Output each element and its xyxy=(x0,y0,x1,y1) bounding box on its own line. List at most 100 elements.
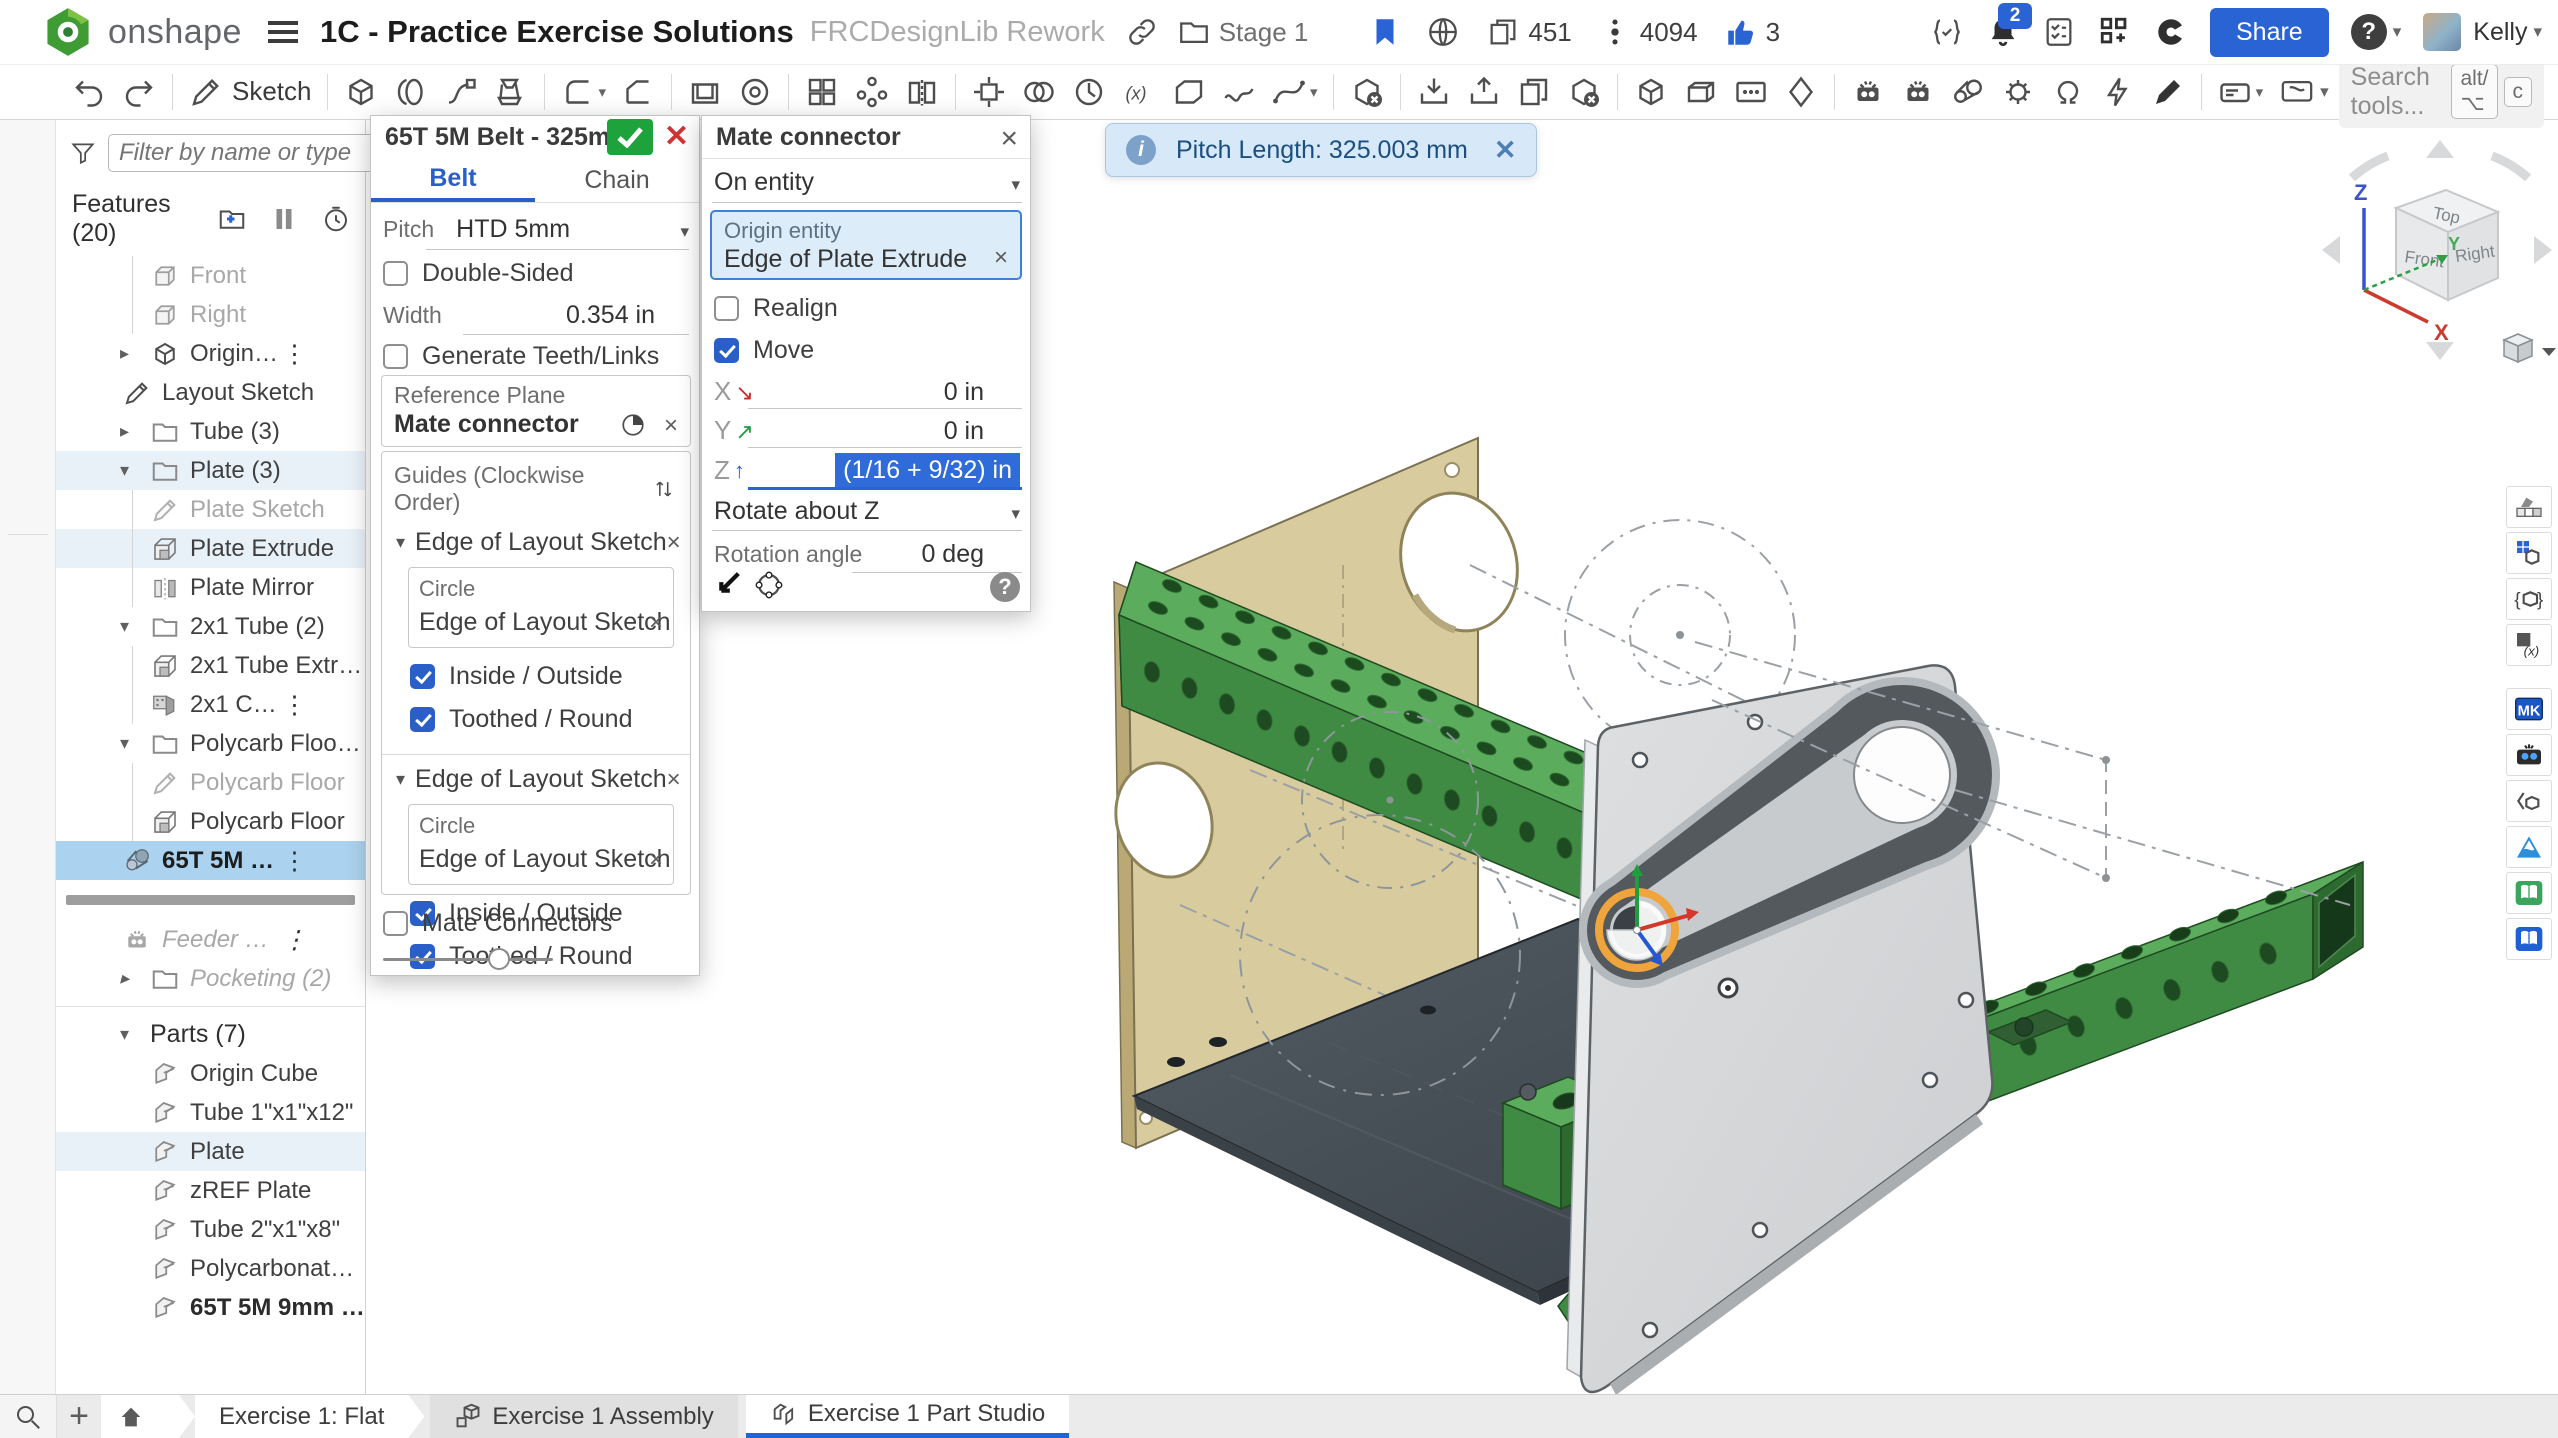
document-tab[interactable]: Exercise 1: Flat xyxy=(195,1395,424,1438)
share-button[interactable]: Share xyxy=(2210,8,2329,57)
featurescript-icon[interactable] xyxy=(1930,15,1964,49)
cancel-button[interactable]: ✕ xyxy=(664,119,689,154)
row-menu-icon[interactable]: ⋮ xyxy=(282,846,307,876)
move-checkbox[interactable] xyxy=(714,338,739,363)
home-tab[interactable] xyxy=(101,1395,195,1438)
origin-entity-value[interactable]: Edge of Plate Extrude xyxy=(724,245,967,274)
tree-chevron-icon[interactable]: ▸ xyxy=(120,421,150,442)
tree-chevron-icon[interactable]: ▾ xyxy=(120,616,150,637)
part-row[interactable]: .s{fill:none;stroke:#4e4e4e;stroke-width… xyxy=(56,1171,365,1210)
composite-curve-button[interactable]: .s{fill:none;stroke:#4e4e4e;stroke-width… xyxy=(1264,68,1325,116)
reorder-icon[interactable] xyxy=(652,477,676,501)
frc-part-a-button[interactable]: .s{fill:none;stroke:#4e4e4e;stroke-width… xyxy=(1843,68,1893,116)
frc-part-b-button[interactable]: .s{fill:none;stroke:#4e4e4e;stroke-width… xyxy=(1893,68,1943,116)
dialog-slider-track[interactable] xyxy=(383,958,553,961)
belt-tool-button[interactable]: .s{fill:none;stroke:#4e4e4e;stroke-width… xyxy=(1943,68,1993,116)
chamfer-button[interactable]: .s{fill:none;stroke:#4e4e4e;stroke-width… xyxy=(613,68,663,116)
folder-location[interactable]: Stage 1 xyxy=(1177,15,1309,49)
hole-button[interactable]: .s{fill:none;stroke:#4e4e4e;stroke-width… xyxy=(730,68,780,116)
flip-primary-axis-icon[interactable] xyxy=(710,568,744,602)
quick-connect-button[interactable]: .s{fill:none;stroke:#4e4e4e;stroke-width… xyxy=(2093,68,2143,116)
close-icon[interactable]: × xyxy=(1000,122,1018,156)
delete-part-button[interactable]: .s{fill:none;stroke:#4e4e4e;stroke-width… xyxy=(1342,68,1392,116)
remove-guide-icon[interactable]: × xyxy=(667,766,681,794)
feature-row[interactable]: .s{fill:none;stroke:#4e4e4e;stroke-width… xyxy=(56,529,365,568)
tree-chevron-icon[interactable]: ▸ xyxy=(120,968,150,989)
clear-entity-icon[interactable]: × xyxy=(994,244,1008,272)
feature-row[interactable]: .s{fill:none;stroke:#4e4e4e;stroke-width… xyxy=(56,802,365,841)
feature-row[interactable]: .s{fill:none;stroke:#4e4e4e;stroke-width… xyxy=(56,763,365,802)
view-options-button[interactable] xyxy=(2504,334,2556,362)
versions-stat[interactable]: 4094 xyxy=(1598,15,1698,49)
feature-row[interactable]: ▾ .s{fill:none;stroke:#4e4e4e;stroke-wid… xyxy=(56,724,365,763)
width-input[interactable]: 0.354 in xyxy=(566,301,655,330)
variable-button[interactable]: .s{fill:none;stroke:#4e4e4e;stroke-width… xyxy=(1114,68,1164,116)
row-menu-icon[interactable]: ⋮ xyxy=(282,690,307,720)
custom-braces[interactable]: .s{fill:none;stroke:#4e4e4e;stroke-width… xyxy=(2506,578,2552,620)
view-options-toolbar[interactable]: ▾ xyxy=(2280,75,2329,109)
gear-tool-button[interactable]: .s{fill:none;stroke:#4e4e4e;stroke-width… xyxy=(1993,68,2043,116)
new-folder-icon[interactable] xyxy=(217,204,247,234)
onshape-logo[interactable] xyxy=(42,6,94,58)
tab-belt[interactable]: Belt xyxy=(371,158,535,202)
accept-button[interactable] xyxy=(607,119,653,155)
search-graphics-button[interactable] xyxy=(0,1395,57,1438)
tree-chevron-icon[interactable]: ▸ xyxy=(120,343,150,364)
loft-button[interactable]: .s{fill:none;stroke:#4e4e4e;stroke-width… xyxy=(486,68,536,116)
reference-plane-value[interactable]: Mate connector xyxy=(394,410,579,439)
generate-teeth-checkbox[interactable] xyxy=(383,344,408,369)
import-button[interactable]: .s{fill:none;stroke:#4e4e4e;stroke-width… xyxy=(1409,68,1459,116)
part-row[interactable]: .s{fill:none;stroke:#4e4e4e;stroke-width… xyxy=(56,1210,365,1249)
rollback-clock-icon[interactable] xyxy=(321,204,351,234)
feature-row[interactable]: .s{fill:none;stroke:#4e4e4e;stroke-width… xyxy=(56,295,365,334)
feature-row[interactable]: ▸ .s{fill:none;stroke:#4e4e4e;stroke-wid… xyxy=(56,412,365,451)
mkcad-library[interactable]: .s{fill:none;stroke:#4e4e4e;stroke-width… xyxy=(2506,688,2552,730)
part-row[interactable]: .s{fill:none;stroke:#4e4e4e;stroke-width… xyxy=(56,1132,365,1171)
guide-option-checkbox[interactable] xyxy=(410,707,435,732)
tasks-icon[interactable] xyxy=(2042,15,2076,49)
part-exporter[interactable]: .s{fill:none;stroke:#4e4e4e;stroke-width… xyxy=(2506,780,2552,822)
close-icon[interactable]: ✕ xyxy=(1494,135,1517,166)
chevron-down-icon[interactable]: ▾ xyxy=(396,769,405,790)
mate-connectors-checkbox[interactable] xyxy=(383,911,408,936)
help-icon[interactable]: ? xyxy=(990,572,1020,602)
remove-guide-icon[interactable]: × xyxy=(667,529,681,557)
part-row[interactable]: .s{fill:none;stroke:#4e4e4e;stroke-width… xyxy=(56,1093,365,1132)
shell-button[interactable]: .s{fill:none;stroke:#4e4e4e;stroke-width… xyxy=(680,68,730,116)
app-search[interactable] xyxy=(11,474,45,508)
suppress-pause-icon[interactable] xyxy=(269,204,299,234)
sweep-button[interactable]: .s{fill:none;stroke:#4e4e4e;stroke-width… xyxy=(436,68,486,116)
clear-reference-icon[interactable]: × xyxy=(664,412,678,440)
guide-option-checkbox[interactable] xyxy=(410,944,435,969)
revolve-button[interactable]: .s{fill:none;stroke:#4e4e4e;stroke-width… xyxy=(386,68,436,116)
feature-row[interactable]: .s{fill:none;stroke:#4e4e4e;stroke-width… xyxy=(56,256,365,295)
help-menu[interactable]: ? ▾ xyxy=(2351,14,2402,50)
transform-button[interactable]: .s{fill:none;stroke:#4e4e4e;stroke-width… xyxy=(964,68,1014,116)
frc-robot-library[interactable]: .s{fill:none;stroke:#4e4e4e;stroke-width… xyxy=(2506,734,2552,776)
mirror-button[interactable]: .s{fill:none;stroke:#4e4e4e;stroke-width… xyxy=(897,68,947,116)
chevron-down-icon[interactable]: ▾ xyxy=(396,532,405,553)
tree-chevron-icon[interactable]: ▾ xyxy=(120,1024,150,1045)
plane-button[interactable]: .s{fill:none;stroke:#4e4e4e;stroke-width… xyxy=(1164,68,1214,116)
notes[interactable] xyxy=(11,338,45,372)
plate-primitive-button[interactable]: .s{fill:none;stroke:#4e4e4e;stroke-width… xyxy=(1726,68,1776,116)
part-row[interactable]: .s{fill:none;stroke:#4e4e4e;stroke-width… xyxy=(56,1054,365,1093)
likes-stat[interactable]: 3 xyxy=(1724,15,1780,49)
grid-to-part[interactable]: .s{fill:none;stroke:#4e4e4e;stroke-width… xyxy=(2506,532,2552,574)
feature-row[interactable]: .s{fill:none;stroke:#4e4e4e;stroke-width… xyxy=(56,685,365,724)
chevron-down-icon[interactable]: ▾ xyxy=(1011,504,1020,524)
clear-entity-icon[interactable]: × xyxy=(649,846,663,874)
tab-chain[interactable]: Chain xyxy=(535,158,699,202)
feature-row[interactable]: .s{fill:none;stroke:#4e4e4e;stroke-width… xyxy=(56,920,365,959)
parts-header-row[interactable]: ▾ Parts (7) xyxy=(56,1015,365,1054)
row-menu-icon[interactable]: ⋮ xyxy=(282,925,307,955)
part-row[interactable]: .s{fill:none;stroke:#4e4e4e;stroke-width… xyxy=(56,1249,365,1288)
undo-button[interactable]: .s{fill:none;stroke:#4e4e4e;stroke-width… xyxy=(64,68,114,116)
notifications-bell[interactable]: 2 xyxy=(1986,15,2020,49)
y-offset-input[interactable]: 0 in xyxy=(944,417,984,446)
marker-button[interactable]: .s{fill:none;stroke:#4e4e4e;stroke-width… xyxy=(2143,68,2193,116)
bookmark-icon[interactable] xyxy=(1368,15,1402,49)
circular-pattern-button[interactable]: .s{fill:none;stroke:#4e4e4e;stroke-width… xyxy=(847,68,897,116)
versions[interactable] xyxy=(11,202,45,236)
gusset-button[interactable]: .s{fill:none;stroke:#4e4e4e;stroke-width… xyxy=(1776,68,1826,116)
